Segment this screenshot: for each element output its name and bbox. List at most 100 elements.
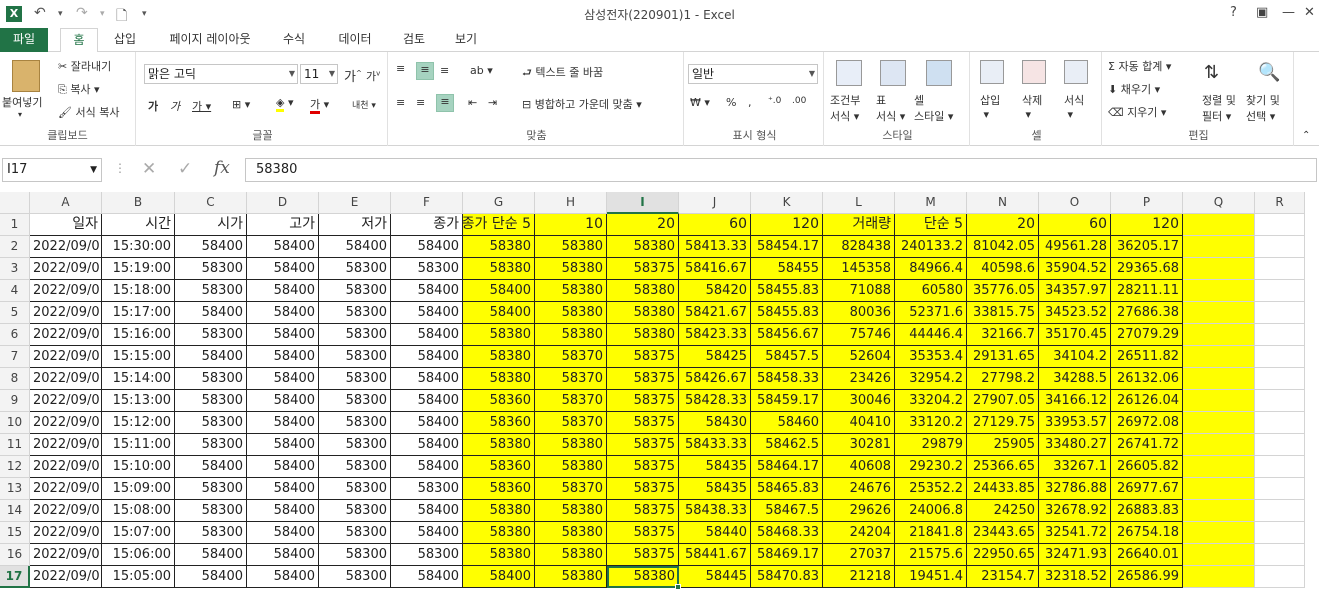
table-cell[interactable] [1255,368,1305,390]
tab-review[interactable]: 검토 [392,28,436,52]
table-cell[interactable] [1183,522,1255,544]
table-cell[interactable]: 58300 [319,280,391,302]
table-cell[interactable]: 75746 [823,324,895,346]
table-cell[interactable] [1183,390,1255,412]
table-cell[interactable]: 32166.7 [967,324,1039,346]
table-cell[interactable]: 58380 [535,302,607,324]
cell-styles-button[interactable]: 셀 스타일 ▾ [914,92,953,124]
cut-button[interactable]: ✂ 잘라내기 [58,58,111,74]
table-cell[interactable]: 58425 [679,346,751,368]
table-cell[interactable]: 33267.1 [1039,456,1111,478]
conditional-format-icon[interactable] [836,60,862,86]
tab-data[interactable]: 데이터 [330,28,380,52]
table-cell[interactable]: 58370 [535,368,607,390]
column-header-j[interactable]: J [679,192,751,214]
table-cell[interactable]: 24250 [967,500,1039,522]
row-header-1[interactable]: 1 [0,214,30,236]
table-cell[interactable]: 58400 [247,324,319,346]
align-bottom-icon[interactable]: ≡ [440,64,449,77]
table-cell[interactable]: 58400 [319,236,391,258]
table-cell[interactable]: 58400 [247,390,319,412]
align-center-icon[interactable]: ≡ [416,96,425,109]
row-header-3[interactable]: 3 [0,258,30,280]
align-right-icon[interactable]: ≡ [436,94,454,112]
table-cell[interactable]: 58375 [607,258,679,280]
table-cell[interactable]: 36205.17 [1111,236,1183,258]
table-cell[interactable]: 23443.65 [967,522,1039,544]
table-cell[interactable]: 58400 [247,412,319,434]
table-cell[interactable]: 23154.7 [967,566,1039,588]
format-cells-button[interactable]: 서식 ▾ [1064,92,1084,121]
table-cell[interactable]: 2022/09/01 [30,566,102,588]
table-cell[interactable]: 58300 [175,412,247,434]
header-cell[interactable] [1255,214,1305,236]
table-cell[interactable]: 58300 [175,324,247,346]
table-cell[interactable]: 58370 [535,390,607,412]
column-header-r[interactable]: R [1255,192,1305,214]
table-cell[interactable]: 2022/09/01 [30,456,102,478]
insert-cells-icon[interactable] [980,60,1004,84]
table-cell[interactable]: 58400 [247,302,319,324]
table-cell[interactable]: 2022/09/01 [30,412,102,434]
table-cell[interactable]: 2022/09/01 [30,544,102,566]
table-cell[interactable]: 27798.2 [967,368,1039,390]
table-cell[interactable]: 58380 [535,258,607,280]
table-cell[interactable] [1255,434,1305,456]
cancel-icon[interactable]: ✕ [142,159,156,179]
table-cell[interactable]: 33120.2 [895,412,967,434]
comma-icon[interactable]: , [748,96,752,109]
table-cell[interactable]: 28211.11 [1111,280,1183,302]
table-cell[interactable]: 58375 [607,544,679,566]
column-header-d[interactable]: D [247,192,319,214]
table-cell[interactable]: 24204 [823,522,895,544]
row-header-10[interactable]: 10 [0,412,30,434]
table-cell[interactable]: 58459.17 [751,390,823,412]
table-cell[interactable]: 2022/09/01 [30,478,102,500]
table-cell[interactable]: 58435 [679,456,751,478]
column-header-m[interactable]: M [895,192,967,214]
table-cell[interactable]: 58375 [607,500,679,522]
table-cell[interactable]: 58445 [679,566,751,588]
format-cells-icon[interactable] [1064,60,1088,84]
table-cell[interactable]: 33815.75 [967,302,1039,324]
table-cell[interactable]: 58300 [175,522,247,544]
borders-icon[interactable]: ⊞ ▾ [232,98,250,111]
table-cell[interactable]: 58400 [175,346,247,368]
table-cell[interactable]: 58400 [391,456,463,478]
table-cell[interactable]: 58380 [535,566,607,588]
table-cell[interactable]: 15:05:00 [102,566,175,588]
table-cell[interactable]: 58300 [391,544,463,566]
table-cell[interactable]: 29131.65 [967,346,1039,368]
table-cell[interactable]: 58300 [319,456,391,478]
table-cell[interactable]: 58375 [607,390,679,412]
table-cell[interactable]: 58433.33 [679,434,751,456]
row-header-17[interactable]: 17 [0,566,30,588]
table-cell[interactable]: 58370 [535,346,607,368]
percent-icon[interactable]: % [726,96,736,109]
table-cell[interactable]: 58300 [391,478,463,500]
table-cell[interactable]: 15:30:00 [102,236,175,258]
table-cell[interactable]: 52604 [823,346,895,368]
table-cell[interactable]: 145358 [823,258,895,280]
table-cell[interactable]: 58300 [319,500,391,522]
table-cell[interactable]: 58300 [319,346,391,368]
header-cell[interactable]: 60 [1039,214,1111,236]
table-cell[interactable]: 15:06:00 [102,544,175,566]
table-cell[interactable]: 58400 [247,522,319,544]
table-cell[interactable]: 58400 [463,566,535,588]
decrease-decimal-icon[interactable]: .00 [792,96,806,106]
increase-indent-icon[interactable]: ⇥ [488,96,497,109]
table-cell[interactable]: 58375 [607,434,679,456]
table-cell[interactable]: 15:12:00 [102,412,175,434]
header-cell[interactable]: 120 [751,214,823,236]
table-cell[interactable]: 58469.17 [751,544,823,566]
table-cell[interactable]: 58300 [319,434,391,456]
column-header-c[interactable]: C [175,192,247,214]
table-cell[interactable]: 58400 [391,412,463,434]
table-cell[interactable]: 58300 [319,390,391,412]
table-cell[interactable]: 34288.5 [1039,368,1111,390]
insert-function-icon[interactable]: fx [214,158,230,178]
table-cell[interactable]: 58400 [463,280,535,302]
header-cell[interactable]: 일자 [30,214,102,236]
table-cell[interactable] [1255,522,1305,544]
